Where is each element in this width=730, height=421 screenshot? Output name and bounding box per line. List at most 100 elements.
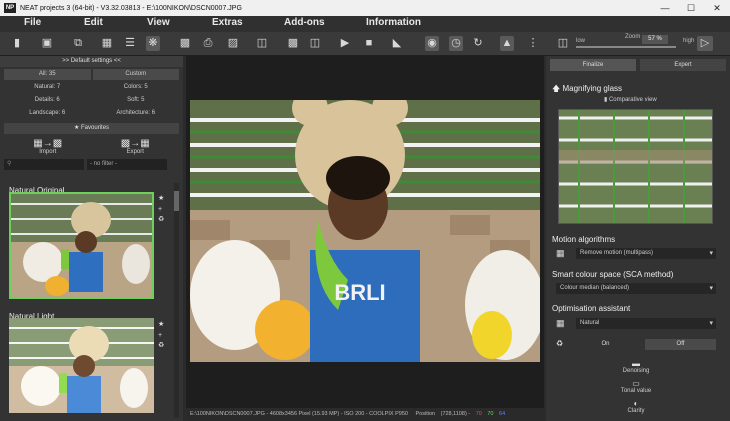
filter-colors[interactable]: Colors: 5 bbox=[93, 82, 180, 93]
zoom-label: Zoom bbox=[625, 34, 641, 40]
tab-finalize[interactable]: Finalize bbox=[550, 59, 636, 71]
compare-icon[interactable]: ◫ bbox=[308, 36, 322, 51]
filter-details[interactable]: Details: 6 bbox=[4, 95, 91, 106]
open-file-icon[interactable]: ▣ bbox=[40, 36, 54, 51]
export-label: Export bbox=[126, 149, 144, 155]
tonal-value-tool[interactable]: ▭ Tonal value bbox=[586, 379, 686, 394]
import-icon: ▦→▩ bbox=[33, 138, 63, 149]
toolbar: ▮ ▣ ⧉ ▦ ☰ ❋ ▩ ⎙ ▨ ◫ ▩ ◫ ▶ ■ ◣ ◉ ◷ ↻ ▲ ⋮ … bbox=[0, 32, 730, 56]
stop-icon[interactable]: ■ bbox=[362, 36, 376, 51]
favourite-star-icon[interactable]: ★ bbox=[158, 320, 164, 328]
sliders-icon[interactable]: ☰ bbox=[123, 36, 137, 51]
comparative-view-toggle[interactable]: ▮ Comparative view bbox=[604, 96, 657, 103]
motion-select[interactable]: Remove motion (multipass) bbox=[576, 248, 716, 259]
profile-icon[interactable]: ▩ bbox=[286, 36, 300, 51]
main-photo[interactable]: BRLI bbox=[190, 100, 540, 362]
motion-algorithms-title: Motion algorithms bbox=[552, 235, 616, 244]
save-icon[interactable]: ▩ bbox=[178, 36, 192, 51]
presets-panel: >> Default settings << All: 35 Custom Na… bbox=[0, 56, 183, 421]
status-file-info: E:\100NIKON\DSCN0007.JPG - 4608x3456 Pix… bbox=[190, 411, 408, 417]
sca-select[interactable]: Colour median (balanced) bbox=[556, 283, 716, 294]
favourite-star-icon[interactable]: ★ bbox=[158, 194, 164, 202]
sca-title: Smart colour space (SCA method) bbox=[552, 270, 674, 279]
svg-text:BRLI: BRLI bbox=[334, 280, 385, 305]
print-icon[interactable]: ⎙ bbox=[201, 36, 215, 51]
import-label: Import bbox=[39, 149, 57, 155]
quality-icon[interactable]: ◫ bbox=[556, 36, 570, 51]
batch-icon[interactable]: ◫ bbox=[255, 36, 269, 51]
grid-icon: ▦ bbox=[556, 318, 565, 328]
menu-extras[interactable]: Extras bbox=[212, 17, 243, 28]
link-icon[interactable]: ♻ bbox=[158, 215, 164, 223]
maximize-button[interactable]: ☐ bbox=[678, 0, 704, 16]
play-icon[interactable]: ▶ bbox=[338, 36, 352, 51]
status-green-value: 70 bbox=[487, 411, 494, 417]
app-icon: NP bbox=[4, 3, 16, 13]
link-icon[interactable]: ♻ bbox=[556, 339, 563, 348]
new-file-icon[interactable]: ▮ bbox=[10, 36, 24, 51]
export-icon: ▩→▦ bbox=[120, 138, 150, 149]
export-button[interactable]: ▩→▦ Export bbox=[121, 138, 150, 155]
histogram-icon[interactable]: ◣ bbox=[390, 36, 404, 51]
filter-architecture[interactable]: Architecture: 6 bbox=[93, 108, 180, 119]
filter-natural[interactable]: Natural: 7 bbox=[4, 82, 91, 93]
menu-information[interactable]: Information bbox=[366, 17, 421, 28]
preset-thumbnail-natural-light[interactable] bbox=[9, 318, 154, 413]
filter-all[interactable]: All: 35 bbox=[4, 69, 91, 80]
menu-file[interactable]: File bbox=[24, 17, 41, 28]
eye-icon[interactable]: ◉ bbox=[425, 36, 439, 51]
export-icon[interactable]: ▨ bbox=[226, 36, 240, 51]
settings-panel: Finalize Expert 🡅 Magnifying glass ▮ Com… bbox=[546, 56, 730, 421]
status-bar: E:\100NIKON\DSCN0007.JPG - 4608x3456 Pix… bbox=[186, 408, 544, 421]
grid-icon: ▦ bbox=[556, 248, 565, 258]
presets-scrollbar[interactable] bbox=[174, 183, 179, 418]
add-icon[interactable]: + bbox=[158, 206, 164, 213]
presets-header[interactable]: >> Default settings << bbox=[0, 56, 183, 67]
high-label: high bbox=[683, 38, 695, 44]
filter-custom[interactable]: Custom bbox=[92, 69, 179, 80]
zoom-value[interactable]: 57 % bbox=[642, 35, 668, 44]
search-input[interactable]: ⚲ bbox=[4, 159, 84, 170]
flip-icon[interactable]: ▲ bbox=[500, 36, 514, 51]
optimisation-title: Optimisation assistant bbox=[552, 304, 631, 313]
tab-expert[interactable]: Expert bbox=[640, 59, 726, 71]
minimize-button[interactable]: — bbox=[652, 0, 678, 16]
close-button[interactable]: ✕ bbox=[704, 0, 730, 16]
menu-edit[interactable]: Edit bbox=[84, 17, 103, 28]
position-label: Position bbox=[415, 411, 436, 417]
add-icon[interactable]: + bbox=[158, 332, 164, 339]
menu-addons[interactable]: Add-ons bbox=[284, 17, 325, 28]
magnifying-glass-title: 🡅 Magnifying glass bbox=[552, 84, 623, 93]
filter-landscape[interactable]: Landscape: 6 bbox=[4, 108, 91, 119]
clarity-icon: ◐ bbox=[633, 399, 639, 408]
image-icon[interactable]: ▦ bbox=[100, 36, 114, 51]
optimisation-select[interactable]: Natural bbox=[576, 318, 716, 329]
link-icon[interactable]: ♻ bbox=[158, 341, 164, 349]
off-button[interactable]: Off bbox=[645, 339, 716, 350]
status-red-value: 70 bbox=[475, 411, 482, 417]
denoise-icon: ▬ bbox=[632, 359, 640, 368]
clarity-tool[interactable]: ◐ Clarity bbox=[586, 399, 686, 414]
filter-select[interactable]: - no filter - bbox=[87, 159, 167, 170]
refresh-icon[interactable]: ↻ bbox=[471, 36, 485, 51]
magnifier-preview bbox=[558, 109, 713, 224]
filter-soft[interactable]: Soft: 5 bbox=[93, 95, 180, 106]
position-value: (728,1108) - bbox=[440, 411, 471, 417]
window-title: NEAT projects 3 (64-bit) - V3.32.03813 -… bbox=[20, 4, 242, 12]
gauge-icon[interactable]: ◷ bbox=[449, 36, 463, 51]
low-label: low bbox=[576, 38, 586, 44]
favourites-button[interactable]: ★ Favourites bbox=[4, 123, 179, 134]
denoising-tool[interactable]: ▬ Denoising bbox=[586, 359, 686, 374]
title-bar: NP NEAT projects 3 (64-bit) - V3.32.0381… bbox=[0, 0, 730, 16]
menu-bar: File Edit View Extras Add-ons Informatio… bbox=[0, 16, 730, 32]
settings-icon[interactable]: ❋ bbox=[146, 36, 160, 51]
preset-thumbnail-natural-original[interactable] bbox=[9, 192, 154, 299]
copy-file-icon[interactable]: ⧉ bbox=[71, 36, 85, 51]
more-icon[interactable]: ⋮ bbox=[526, 36, 540, 51]
quality-slider[interactable] bbox=[576, 46, 676, 48]
status-blue-value: 64 bbox=[499, 411, 506, 417]
arrow-icon[interactable]: ▷ bbox=[697, 36, 713, 51]
menu-view[interactable]: View bbox=[147, 17, 170, 28]
on-button[interactable]: On bbox=[570, 339, 641, 350]
import-button[interactable]: ▦→▩ Import bbox=[33, 138, 62, 155]
